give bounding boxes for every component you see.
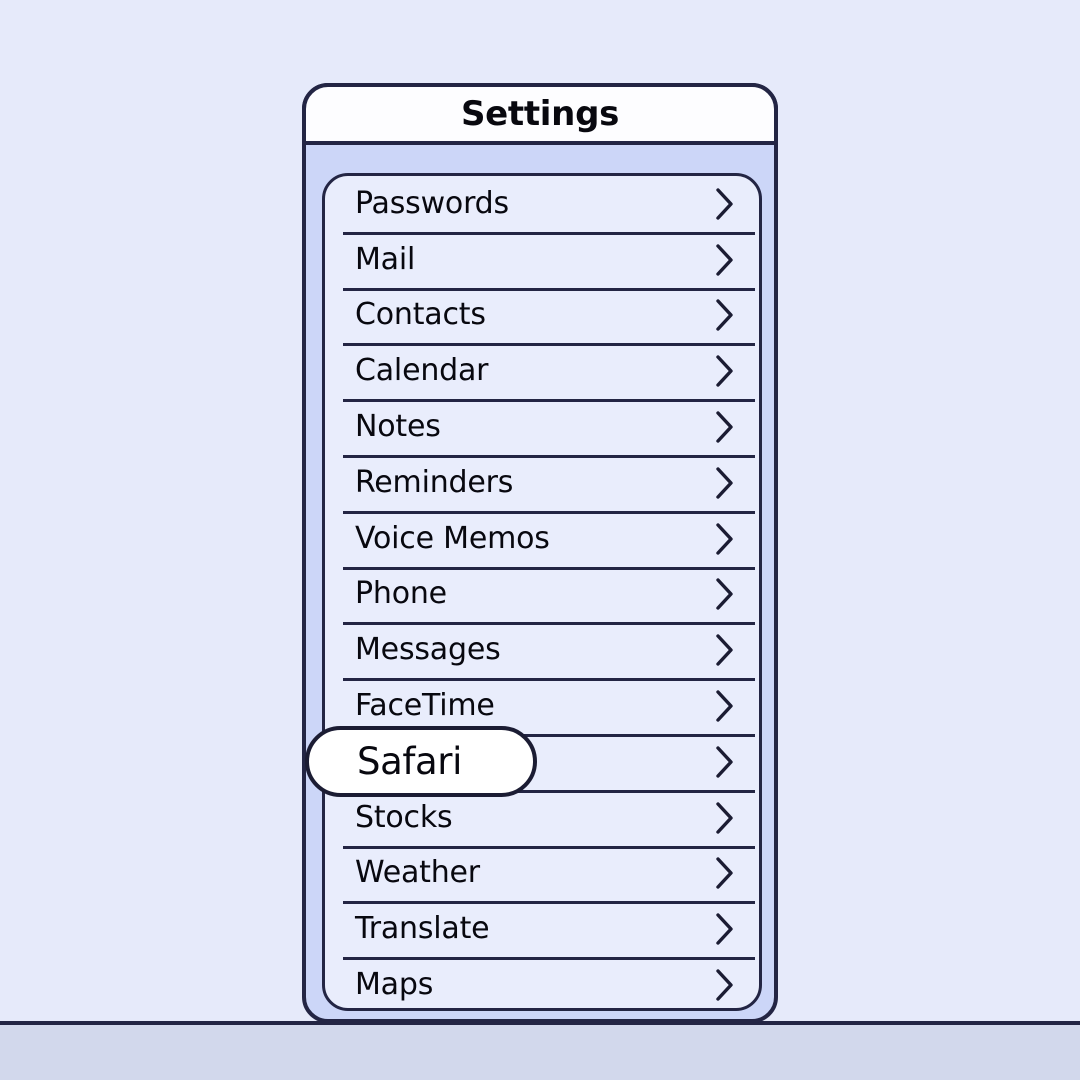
scene: Settings Passwords Mail Contacts Calendar No… bbox=[0, 0, 1080, 1080]
settings-row-calendar[interactable]: Calendar bbox=[325, 343, 759, 399]
page-title: Settings bbox=[460, 94, 620, 134]
chevron-right-icon[interactable] bbox=[715, 577, 735, 611]
selected-item-highlight[interactable]: Safari bbox=[305, 725, 537, 797]
settings-row-notes[interactable]: Notes bbox=[325, 399, 759, 455]
chevron-right-icon[interactable] bbox=[715, 912, 735, 946]
settings-header-bar: Settings bbox=[302, 83, 778, 145]
selected-item-label: Safari bbox=[357, 739, 462, 783]
settings-row-label: FaceTime bbox=[355, 688, 495, 724]
settings-row-label: Maps bbox=[355, 967, 434, 1003]
settings-row-weather[interactable]: Weather bbox=[325, 845, 759, 902]
chevron-right-icon[interactable] bbox=[715, 522, 735, 556]
phone-frame: Settings Passwords Mail Contacts Calendar No… bbox=[302, 83, 778, 1023]
settings-list-card: Passwords Mail Contacts Calendar Notes Remind… bbox=[305, 173, 762, 1011]
settings-row-label: Voice Memos bbox=[355, 520, 550, 556]
settings-row-label: Contacts bbox=[355, 297, 486, 333]
settings-row-safari[interactable]: SafariSafari bbox=[305, 725, 759, 797]
background-floor bbox=[0, 1025, 1080, 1080]
chevron-right-icon[interactable] bbox=[715, 187, 735, 221]
settings-row-reminders[interactable]: Reminders bbox=[325, 454, 759, 511]
settings-row-label: Messages bbox=[355, 632, 501, 668]
chevron-right-icon[interactable] bbox=[715, 745, 735, 779]
chevron-right-icon[interactable] bbox=[715, 466, 735, 500]
settings-row-label: Passwords bbox=[355, 185, 509, 221]
chevron-right-icon[interactable] bbox=[715, 689, 735, 723]
settings-row-label: Reminders bbox=[355, 464, 514, 500]
chevron-right-icon[interactable] bbox=[715, 410, 735, 444]
chevron-right-icon[interactable] bbox=[715, 243, 735, 277]
chevron-right-icon[interactable] bbox=[715, 968, 735, 1002]
settings-row-label: Mail bbox=[355, 241, 416, 277]
settings-row-stocks[interactable]: Stocks bbox=[325, 789, 759, 846]
settings-row-label: Stocks bbox=[355, 799, 453, 835]
settings-row-phone[interactable]: Phone bbox=[325, 566, 759, 623]
settings-row-label: Weather bbox=[355, 855, 480, 891]
settings-row-label: Calendar bbox=[355, 353, 489, 389]
settings-row-voice-memos[interactable]: Voice Memos bbox=[325, 510, 759, 567]
settings-row-contacts[interactable]: Contacts bbox=[325, 287, 759, 344]
settings-row-passwords[interactable]: Passwords bbox=[325, 176, 759, 232]
settings-row-messages[interactable]: Messages bbox=[325, 622, 759, 678]
settings-row-maps[interactable]: Maps bbox=[325, 957, 759, 1013]
settings-row-label: Notes bbox=[355, 409, 441, 445]
settings-row-label: Phone bbox=[355, 576, 447, 612]
settings-row-label: Translate bbox=[355, 911, 490, 947]
chevron-right-icon[interactable] bbox=[715, 856, 735, 890]
chevron-right-icon[interactable] bbox=[715, 801, 735, 835]
settings-list: Passwords Mail Contacts Calendar Notes Remind… bbox=[305, 176, 759, 1008]
chevron-right-icon[interactable] bbox=[715, 298, 735, 332]
settings-row-translate[interactable]: Translate bbox=[325, 901, 759, 957]
settings-row-mail[interactable]: Mail bbox=[325, 231, 759, 288]
chevron-right-icon[interactable] bbox=[715, 633, 735, 667]
chevron-right-icon[interactable] bbox=[715, 354, 735, 388]
